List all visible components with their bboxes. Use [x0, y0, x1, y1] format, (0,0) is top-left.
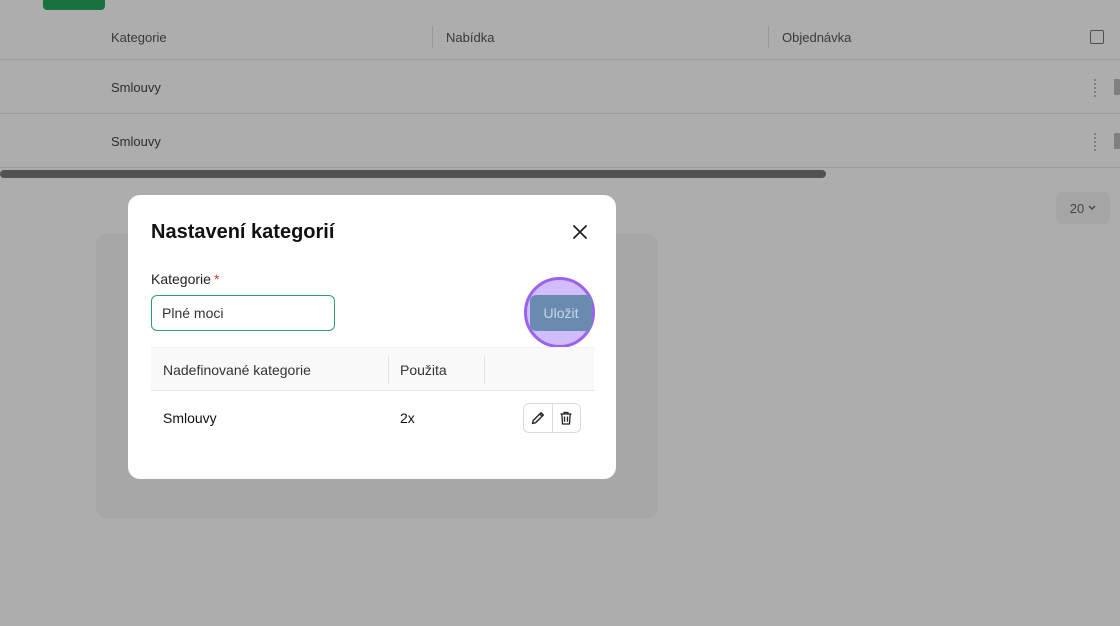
edit-button[interactable] [524, 404, 552, 432]
table-row: Smlouvy 2x [151, 391, 594, 445]
delete-button[interactable] [551, 404, 580, 432]
category-input[interactable] [151, 295, 335, 331]
category-label-text: Kategorie [151, 271, 211, 287]
header-divider [388, 356, 389, 384]
category-usage: 2x [400, 410, 415, 426]
category-name: Smlouvy [163, 410, 217, 426]
header-defined-categories: Nadefinované kategorie [163, 362, 311, 378]
pencil-icon [531, 412, 544, 425]
header-divider [484, 356, 485, 384]
category-settings-modal: Nastavení kategorií Kategorie* Uložit Na… [128, 195, 616, 479]
required-mark: * [213, 271, 220, 287]
header-used: Použita [400, 362, 447, 378]
row-actions [523, 403, 581, 433]
save-button[interactable]: Uložit [530, 295, 592, 331]
modal-title: Nastavení kategorií [151, 221, 335, 243]
close-button[interactable] [568, 220, 592, 244]
categories-table-header: Nadefinované kategorie Použita [151, 347, 594, 391]
categories-table: Nadefinované kategorie Použita Smlouvy 2… [151, 347, 594, 445]
close-icon [573, 225, 587, 239]
trash-icon [560, 411, 572, 425]
category-field-label: Kategorie * [151, 271, 219, 287]
